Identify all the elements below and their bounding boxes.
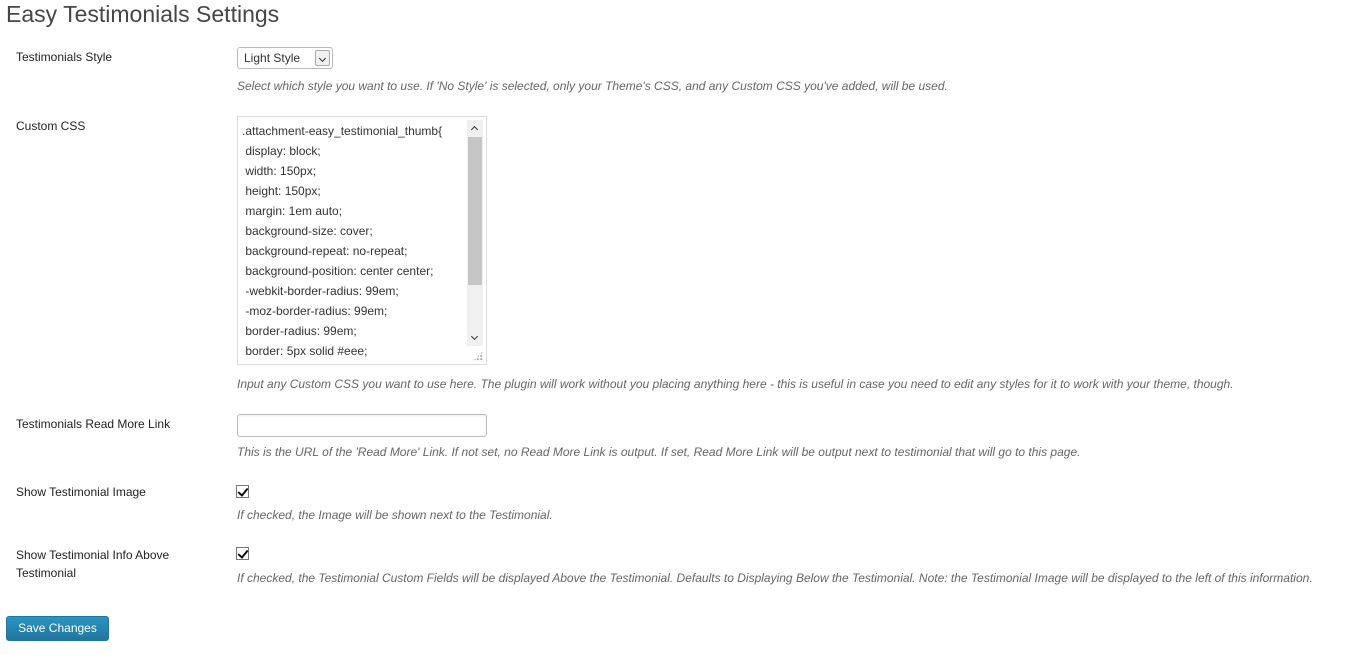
testimonials-style-label: Testimonials Style <box>16 50 113 64</box>
show-image-label: Show Testimonial Image <box>16 485 146 499</box>
css-code-line: .attachment-easy_testimonial_thumb{ <box>242 124 443 138</box>
read-more-link-input[interactable] <box>237 414 487 437</box>
checkmark-icon <box>237 485 249 497</box>
chevron-down-icon <box>315 50 330 66</box>
show-info-above-label: Show Testimonial Info Above Testimonial <box>16 548 170 580</box>
show-image-checkbox[interactable] <box>236 485 249 498</box>
css-code-line: background-repeat: no-repeat; <box>242 244 408 258</box>
save-changes-button[interactable]: Save Changes <box>6 616 109 641</box>
css-code-line: -webkit-border-radius: 99em; <box>242 284 399 298</box>
custom-css-content: .attachment-easy_testimonial_thumb{ disp… <box>242 121 464 361</box>
scroll-down-arrow-icon[interactable] <box>467 330 483 346</box>
css-code-line: background-position: center center; <box>242 264 434 278</box>
textarea-scrollbar[interactable] <box>467 120 483 346</box>
read-more-link-description: This is the URL of the 'Read More' Link.… <box>237 445 1081 459</box>
css-code-line: display: block; <box>242 144 321 158</box>
testimonials-style-select[interactable]: Light Style <box>237 47 333 69</box>
checkmark-icon <box>237 547 249 559</box>
show-info-above-checkbox[interactable] <box>236 547 249 560</box>
show-info-above-description: If checked, the Testimonial Custom Field… <box>237 571 1313 585</box>
custom-css-textarea[interactable]: .attachment-easy_testimonial_thumb{ disp… <box>237 116 487 365</box>
css-code-line: width: 150px; <box>242 164 317 178</box>
resize-grip-icon[interactable] <box>473 351 483 361</box>
read-more-link-label: Testimonials Read More Link <box>16 417 171 431</box>
scroll-thumb[interactable] <box>468 137 482 285</box>
css-code-line: border-radius: 99em; <box>242 324 357 338</box>
css-code-line: -moz-border-radius: 99em; <box>242 304 388 318</box>
css-code-line: margin: 1em auto; <box>242 204 343 218</box>
select-value: Light Style <box>244 51 301 65</box>
page-title: Easy Testimonials Settings <box>6 1 280 27</box>
testimonials-style-description: Select which style you want to use. If '… <box>237 79 948 93</box>
show-image-description: If checked, the Image will be shown next… <box>237 508 553 522</box>
custom-css-description: Input any Custom CSS you want to use her… <box>237 377 1234 391</box>
css-code-line: border: 5px solid #eee; <box>242 344 368 358</box>
custom-css-label: Custom CSS <box>16 119 86 133</box>
css-code-line: height: 150px; <box>242 184 321 198</box>
scroll-up-arrow-icon[interactable] <box>467 120 483 136</box>
css-code-line: background-size: cover; <box>242 224 373 238</box>
